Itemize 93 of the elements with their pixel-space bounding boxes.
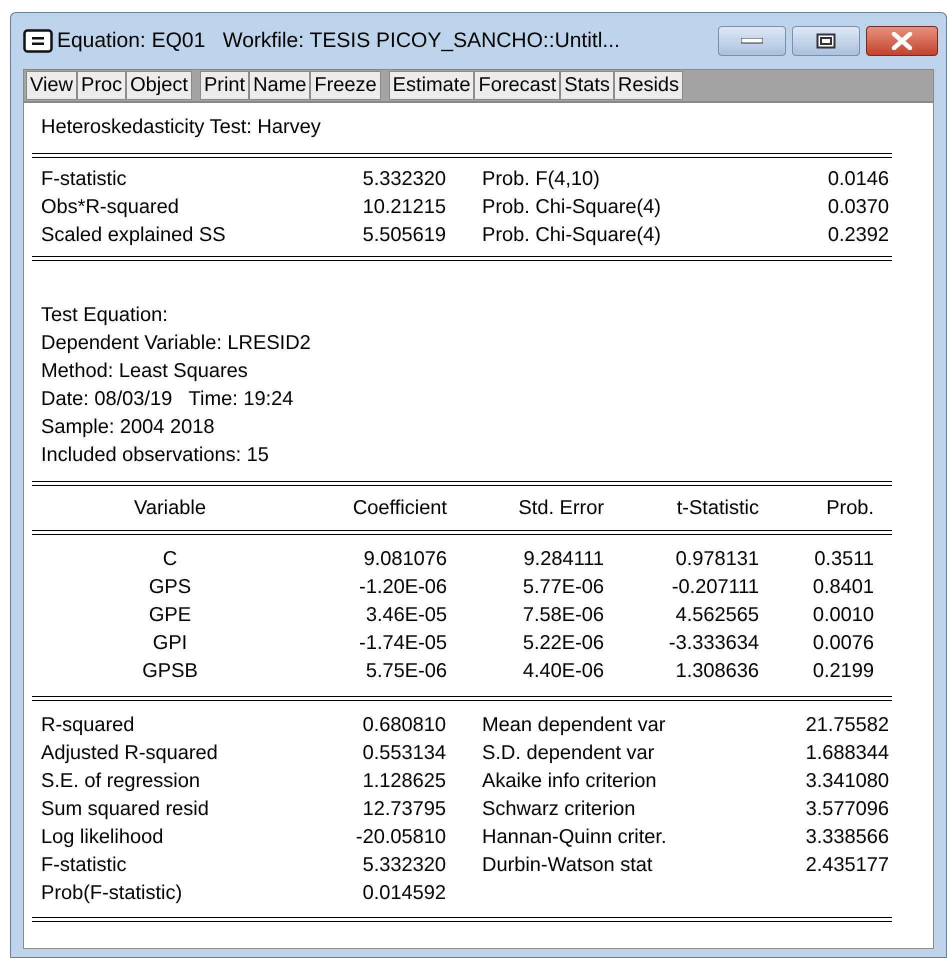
stat-value: 0.014592 — [362, 881, 446, 906]
stat-value: 0.0146 — [826, 167, 889, 192]
stat-value: 3.577096 — [804, 797, 889, 822]
stat-label: F-statistic — [41, 853, 128, 878]
stat-label: R-squared — [41, 713, 136, 738]
stat-label: Prob. Chi-Square(4) — [482, 195, 662, 220]
toolbar-button[interactable]: Stats — [560, 71, 614, 100]
stat-value: 5.332320 — [362, 167, 446, 192]
table-cell-text: -1.74E-05 — [358, 631, 447, 656]
stat-value: 0.680810 — [362, 713, 446, 738]
maximize-icon — [816, 33, 836, 49]
info-line: Included observations: 15 — [41, 444, 269, 466]
stat-value: 5.332320 — [362, 853, 446, 878]
stat-label: Adjusted R-squared — [41, 741, 219, 766]
toolbar-button[interactable]: Print — [200, 71, 250, 100]
toolbar-button[interactable]: Proc — [77, 71, 126, 100]
info-line: Method: Least Squares — [41, 360, 248, 382]
stat-value: 5.505619 — [362, 223, 446, 248]
table-cell-text: -1.20E-06 — [358, 575, 447, 600]
close-icon — [891, 32, 913, 50]
stat-value: 1.128625 — [362, 769, 446, 794]
stat-label: Obs*R-squared — [41, 195, 180, 220]
stat-value: 12.73795 — [362, 797, 446, 822]
toolbar-button[interactable]: Estimate — [388, 71, 474, 100]
stat-label: Durbin-Watson stat — [482, 853, 654, 878]
stat-value: 10.21215 — [362, 195, 446, 220]
stat-label: Prob. F(4,10) — [482, 167, 601, 192]
column-header: Prob. — [825, 496, 874, 521]
stat-label: F-statistic — [41, 167, 128, 192]
stat-value: 1.688344 — [804, 741, 889, 766]
stat-value: 21.75582 — [804, 713, 889, 738]
stat-label: S.D. dependent var — [482, 741, 656, 766]
toolbar-button[interactable]: View — [26, 71, 77, 100]
minimize-icon — [741, 38, 763, 44]
table-cell-text: 1.308636 — [674, 659, 759, 684]
info-line: Test Equation: — [41, 304, 168, 326]
table-cell-text: 0.3511 — [813, 547, 874, 572]
window-title: Equation: EQ01 Workfile: TESIS PICOY_SANCHO::Untitl... — [57, 28, 620, 54]
table-cell-text: C — [162, 547, 178, 572]
toolbar-button[interactable]: Resids — [614, 71, 684, 100]
column-header: Coefficient — [352, 496, 447, 521]
stat-label: Hannan-Quinn criter. — [482, 825, 668, 850]
toolbar-button[interactable]: Name — [249, 71, 310, 100]
stat-value: 2.435177 — [804, 853, 889, 878]
table-cell-text: GPE — [148, 603, 192, 628]
stat-label: Prob. Chi-Square(4) — [482, 223, 662, 248]
toolbar-button[interactable]: Freeze — [310, 71, 381, 100]
stat-value: 0.2392 — [826, 223, 889, 248]
column-header: Std. Error — [517, 496, 604, 521]
stat-label: Log likelihood — [41, 825, 164, 850]
toolbar-button[interactable]: Object — [126, 71, 192, 100]
table-cell-text: 9.081076 — [362, 547, 447, 572]
table-cell-text: 4.562565 — [674, 603, 759, 628]
table-cell-text: 5.77E-06 — [522, 575, 604, 600]
table-cell-text: 4.40E-06 — [522, 659, 604, 684]
minimize-button[interactable] — [718, 26, 786, 56]
table-cell-text: 0.2199 — [812, 659, 874, 684]
table-cell-text: 5.75E-06 — [364, 659, 447, 684]
table-cell-text: 0.0076 — [812, 631, 874, 656]
info-line: Dependent Variable: LRESID2 — [41, 332, 311, 354]
table-cell-text: 0.978131 — [674, 547, 759, 572]
stat-label: Akaike info criterion — [482, 769, 658, 794]
stat-label: Schwarz criterion — [482, 797, 636, 822]
stat-label: Scaled explained SS — [41, 223, 227, 248]
stat-value: 0.0370 — [826, 195, 889, 220]
stat-value: 3.338566 — [804, 825, 889, 850]
test-title: Heteroskedasticity Test: Harvey — [41, 116, 321, 138]
stat-value: -20.05810 — [354, 825, 446, 850]
stat-value: 3.341080 — [804, 769, 889, 794]
close-button[interactable] — [866, 26, 938, 56]
menu-icon[interactable] — [23, 29, 53, 53]
toolbar-button[interactable]: Forecast — [474, 71, 560, 100]
table-cell-text: 7.58E-06 — [522, 603, 604, 628]
maximize-button[interactable] — [792, 26, 860, 56]
table-cell-text: 0.8401 — [812, 575, 874, 600]
stat-label: Prob(F-statistic) — [41, 881, 184, 906]
table-cell-text: GPS — [148, 575, 192, 600]
table-cell-text: 0.0010 — [812, 603, 874, 628]
stat-value: 0.553134 — [362, 741, 446, 766]
column-header: Variable — [133, 496, 207, 521]
table-cell-text: 3.46E-05 — [364, 603, 447, 628]
stat-label: Sum squared resid — [41, 797, 210, 822]
info-line: Sample: 2004 2018 — [41, 416, 214, 438]
table-cell-text: -0.207111 — [670, 575, 759, 600]
table-cell-text: GPSB — [141, 659, 199, 684]
table-cell-text: GPI — [152, 631, 188, 656]
stat-label: Mean dependent var — [482, 713, 666, 738]
table-cell-text: -3.333634 — [668, 631, 759, 656]
table-cell-text: 9.284111 — [522, 547, 604, 572]
stat-label: S.E. of regression — [41, 769, 201, 794]
column-header: t-Statistic — [676, 496, 759, 521]
table-cell-text: 5.22E-06 — [522, 631, 604, 656]
info-line: Date: 08/03/19 Time: 19:24 — [41, 388, 294, 410]
